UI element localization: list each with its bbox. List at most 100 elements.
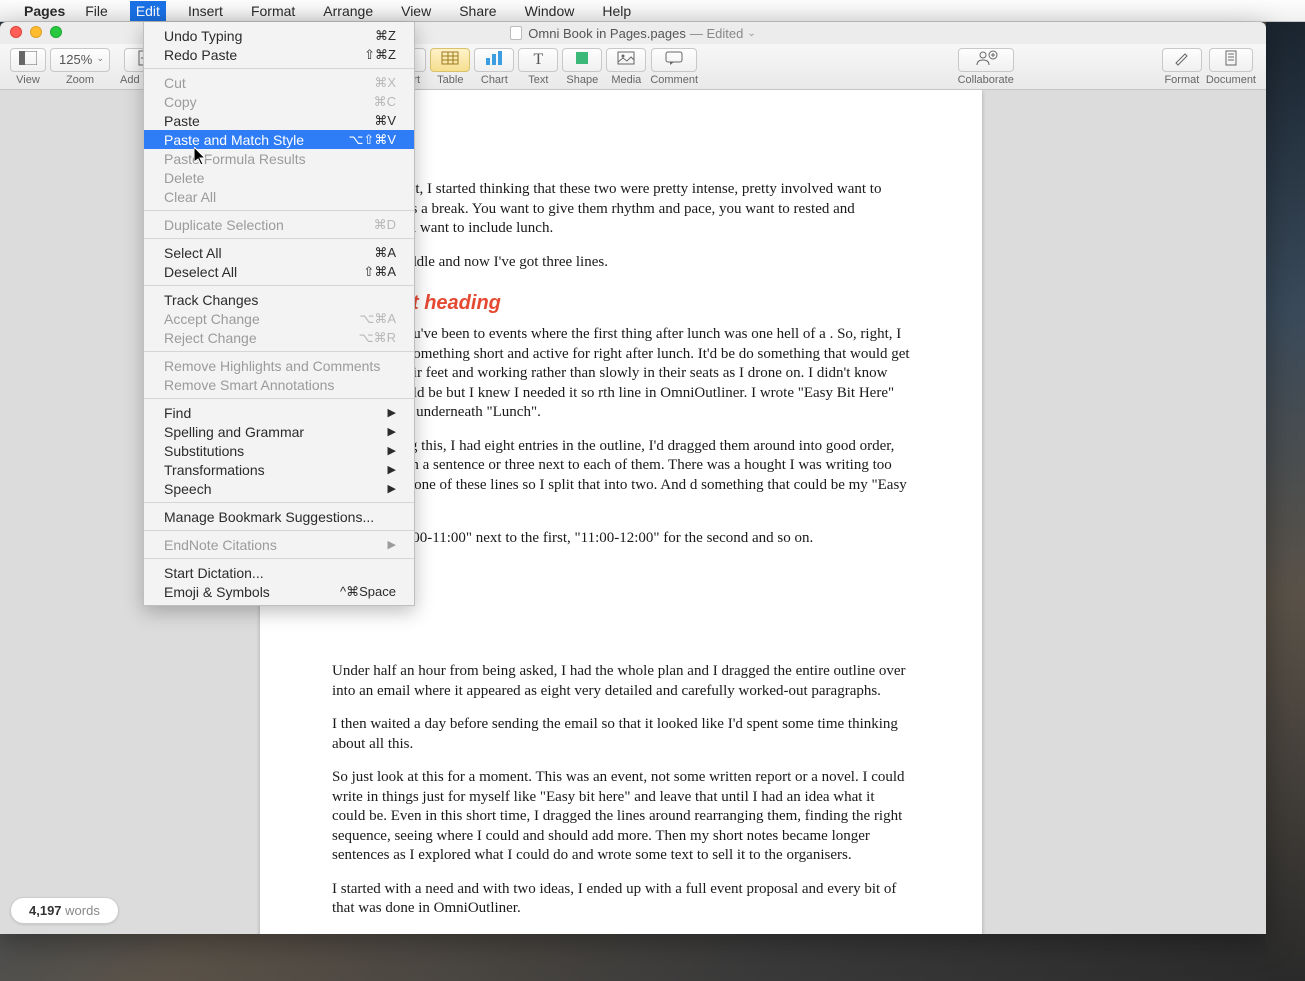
menu-item-label: Transformations xyxy=(164,462,265,478)
word-count-number: 4,197 xyxy=(29,903,62,918)
media-icon xyxy=(617,51,635,68)
media-button[interactable] xyxy=(606,48,646,72)
menu-shortcut: ⌘X xyxy=(374,75,396,91)
body-paragraph[interactable]: ings like "10:00-11:00" next to the firs… xyxy=(332,529,910,549)
collaborate-button[interactable] xyxy=(958,48,1014,72)
menu-item-deselect-all[interactable]: Deselect All⇧⌘A xyxy=(144,262,414,281)
body-paragraph[interactable]: Which, by the way, now has a detailed ou… xyxy=(332,933,910,935)
menu-item-paste[interactable]: Paste⌘V xyxy=(144,111,414,130)
menu-item-duplicate-selection: Duplicate Selection ⌘D xyxy=(144,215,414,234)
menu-item-start-dictation[interactable]: Start Dictation... xyxy=(144,563,414,582)
menu-item-select-all[interactable]: Select All⌘A xyxy=(144,243,414,262)
body-paragraph[interactable]: minutes doing this, I had eight entries … xyxy=(332,437,910,515)
menu-shortcut: ^⌘Space xyxy=(340,584,396,600)
submenu-arrow-icon: ▶ xyxy=(388,444,396,457)
edited-indicator: — Edited xyxy=(690,26,743,41)
menu-view[interactable]: View xyxy=(395,1,437,21)
menu-item-label: Manage Bookmark Suggestions... xyxy=(164,509,374,525)
brush-icon xyxy=(1173,50,1191,69)
menu-item-label: Emoji & Symbols xyxy=(164,584,270,600)
menu-item-transformations[interactable]: Transformations ▶ xyxy=(144,460,414,479)
menu-item-remove-highlights-and-comments: Remove Highlights and Comments xyxy=(144,356,414,375)
body-paragraph[interactable]: was doing that, I started thinking that … xyxy=(332,180,910,239)
menu-shortcut: ⌘C xyxy=(374,94,396,110)
comment-button[interactable] xyxy=(651,48,697,72)
menu-item-speech[interactable]: Speech▶ xyxy=(144,479,414,498)
body-paragraph[interactable]: oes in the middle and now I've got three… xyxy=(332,253,910,273)
table-icon xyxy=(441,51,459,68)
submenu-arrow-icon: ▶ xyxy=(388,463,396,476)
title-menu-chevron-icon[interactable]: ⌄ xyxy=(747,28,755,39)
window-controls xyxy=(10,26,62,38)
menu-item-label: Spelling and Grammar xyxy=(164,424,304,440)
menu-item-track-changes[interactable]: Track Changes xyxy=(144,290,414,309)
body-paragraph[interactable]: I then waited a day before sending the e… xyxy=(332,715,910,754)
menu-item-label: Copy xyxy=(164,94,197,110)
menu-item-paste-and-match-style[interactable]: Paste and Match Style⌥⇧⌘V xyxy=(144,130,414,149)
menu-help[interactable]: Help xyxy=(596,1,637,21)
submenu-arrow-icon: ▶ xyxy=(388,538,396,551)
body-paragraph[interactable]: I started with a need and with two ideas… xyxy=(332,880,910,919)
menu-item-manage-bookmark-suggestions[interactable]: Manage Bookmark Suggestions... xyxy=(144,507,414,526)
menu-item-find[interactable]: Find▶ xyxy=(144,403,414,422)
menu-item-undo-typing[interactable]: Undo Typing⌘Z xyxy=(144,26,414,45)
table-button[interactable] xyxy=(430,48,470,72)
view-button[interactable] xyxy=(10,48,46,72)
menu-item-redo-paste[interactable]: Redo Paste ⇧⌘Z xyxy=(144,45,414,64)
minimize-button[interactable] xyxy=(30,26,42,38)
menu-item-emoji-symbols[interactable]: Emoji & Symbols ^⌘Space xyxy=(144,582,414,601)
menu-format[interactable]: Format xyxy=(245,1,301,21)
collaborate-label: Collaborate xyxy=(958,74,1014,86)
body-paragraph[interactable]: know this, you've been to events where t… xyxy=(332,325,910,423)
chart-icon xyxy=(484,50,504,69)
menu-item-label: Paste xyxy=(164,113,200,129)
menu-share[interactable]: Share xyxy=(453,1,502,21)
document-button[interactable] xyxy=(1209,48,1253,72)
body-paragraph[interactable]: Under half an hour from being asked, I h… xyxy=(332,662,910,701)
menu-item-label: EndNote Citations xyxy=(164,537,277,553)
zoom-value: 125% xyxy=(59,52,92,67)
menu-item-clear-all: Clear All xyxy=(144,187,414,206)
person-add-icon xyxy=(974,50,998,69)
menu-item-label: Remove Highlights and Comments xyxy=(164,358,380,374)
text-button[interactable]: T xyxy=(518,48,558,72)
menu-shortcut: ⌘D xyxy=(374,217,396,233)
menu-item-endnote-citations: EndNote Citations ▶ xyxy=(144,535,414,554)
shape-button[interactable] xyxy=(562,48,602,72)
comment-icon xyxy=(664,50,684,69)
chart-label: Chart xyxy=(481,74,508,86)
close-button[interactable] xyxy=(10,26,22,38)
menu-shortcut: ⌥⌘A xyxy=(359,311,396,327)
menu-window[interactable]: Window xyxy=(519,1,581,21)
menu-item-label: Speech xyxy=(164,481,211,497)
chart-button[interactable] xyxy=(474,48,514,72)
menu-edit[interactable]: Edit xyxy=(130,1,166,21)
document-proxy-icon[interactable] xyxy=(510,26,522,40)
menu-insert[interactable]: Insert xyxy=(182,1,229,21)
word-count-pill[interactable]: 4,197 words xyxy=(10,897,119,924)
app-menu[interactable]: Pages xyxy=(24,3,65,19)
zoom-button[interactable] xyxy=(50,26,62,38)
menu-item-substitutions[interactable]: Substitutions▶ xyxy=(144,441,414,460)
zoom-select[interactable]: 125% ⌄ xyxy=(50,48,110,72)
document-title[interactable]: Omni Book in Pages.pages xyxy=(528,26,686,41)
format-label: Format xyxy=(1164,74,1199,86)
sidebar-icon xyxy=(19,51,37,68)
comment-label: Comment xyxy=(650,74,698,86)
menu-file[interactable]: File xyxy=(79,1,114,21)
menu-item-label: Redo Paste xyxy=(164,47,237,63)
heading[interactable]: mportant heading xyxy=(332,292,910,315)
menu-shortcut: ⌘Z xyxy=(375,28,396,44)
menu-arrange[interactable]: Arrange xyxy=(317,1,379,21)
menu-item-reject-change: Reject Change⌥⌘R xyxy=(144,328,414,347)
chevron-down-icon: ⌄ xyxy=(96,53,104,64)
menu-item-label: Duplicate Selection xyxy=(164,217,284,233)
menu-shortcut: ⇧⌘Z xyxy=(364,47,396,63)
menu-item-label: Paste Formula Results xyxy=(164,151,306,167)
menu-item-spelling-and-grammar[interactable]: Spelling and Grammar▶ xyxy=(144,422,414,441)
menu-item-label: Find xyxy=(164,405,191,421)
body-paragraph[interactable]: So just look at this for a moment. This … xyxy=(332,768,910,866)
menu-item-paste-formula-results: Paste Formula Results xyxy=(144,149,414,168)
menu-item-cut: Cut⌘X xyxy=(144,73,414,92)
format-button[interactable] xyxy=(1162,48,1202,72)
